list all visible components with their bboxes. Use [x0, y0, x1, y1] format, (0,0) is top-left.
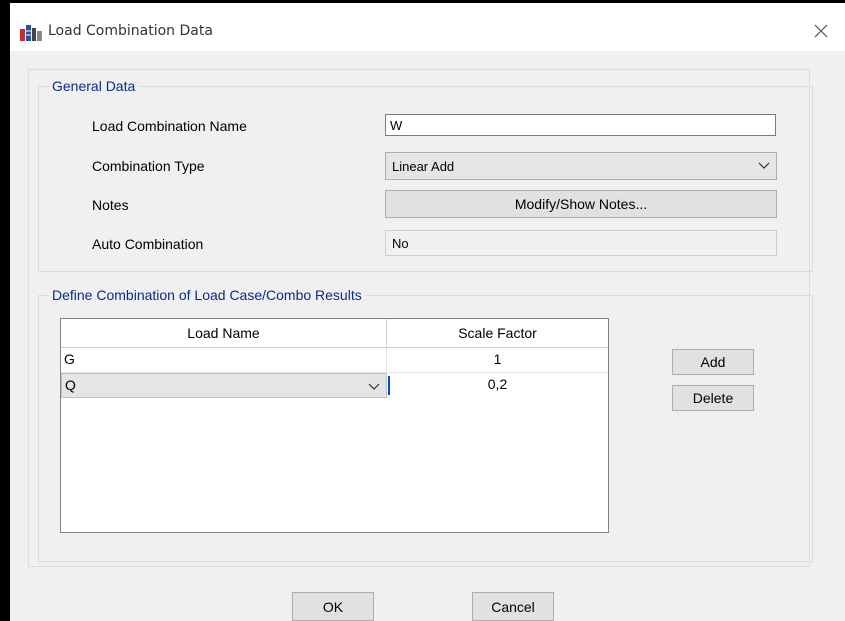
table-row-2-scale-factor[interactable]: 0,2: [387, 373, 608, 398]
load-combination-name-input[interactable]: W: [385, 114, 776, 136]
chevron-down-icon: [368, 383, 380, 390]
etabs-icon: [20, 25, 42, 41]
combination-type-value: Linear Add: [392, 159, 455, 174]
load-case-grid[interactable]: Load Name Scale Factor G 1 Q 0,2: [60, 318, 609, 533]
notes-label: Notes: [92, 197, 129, 213]
combination-type-label: Combination Type: [92, 158, 205, 174]
cancel-button[interactable]: Cancel: [472, 592, 554, 621]
table-row-2-load-name: Q: [65, 377, 76, 393]
column-header-scale-factor[interactable]: Scale Factor: [387, 319, 608, 348]
load-combination-name-label: Load Combination Name: [92, 118, 247, 134]
load-combination-dialog: Load Combination Data General Data Load …: [4, 3, 845, 621]
auto-combination-label: Auto Combination: [92, 236, 204, 252]
window-title: Load Combination Data: [48, 23, 213, 39]
combination-type-select[interactable]: Linear Add: [385, 152, 777, 180]
column-header-load-name[interactable]: Load Name: [61, 319, 387, 348]
ok-button[interactable]: OK: [292, 592, 374, 621]
chevron-down-icon: [758, 162, 770, 169]
delete-button[interactable]: Delete: [672, 385, 754, 411]
table-row-1-scale-factor[interactable]: 1: [387, 348, 608, 373]
modify-show-notes-button[interactable]: Modify/Show Notes...: [385, 190, 777, 218]
close-icon: [814, 24, 828, 38]
auto-combination-value: No: [385, 230, 777, 256]
dialog-body: General Data Load Combination Name W Com…: [10, 51, 845, 621]
add-button[interactable]: Add: [672, 349, 754, 375]
title-bar: Load Combination Data: [10, 3, 845, 51]
table-row-1-load-name[interactable]: G: [61, 348, 387, 373]
general-data-legend: General Data: [52, 78, 136, 94]
table-row-2-load-name-select[interactable]: Q: [61, 373, 387, 398]
define-combination-legend: Define Combination of Load Case/Combo Re…: [52, 287, 362, 303]
close-button[interactable]: [807, 17, 835, 45]
